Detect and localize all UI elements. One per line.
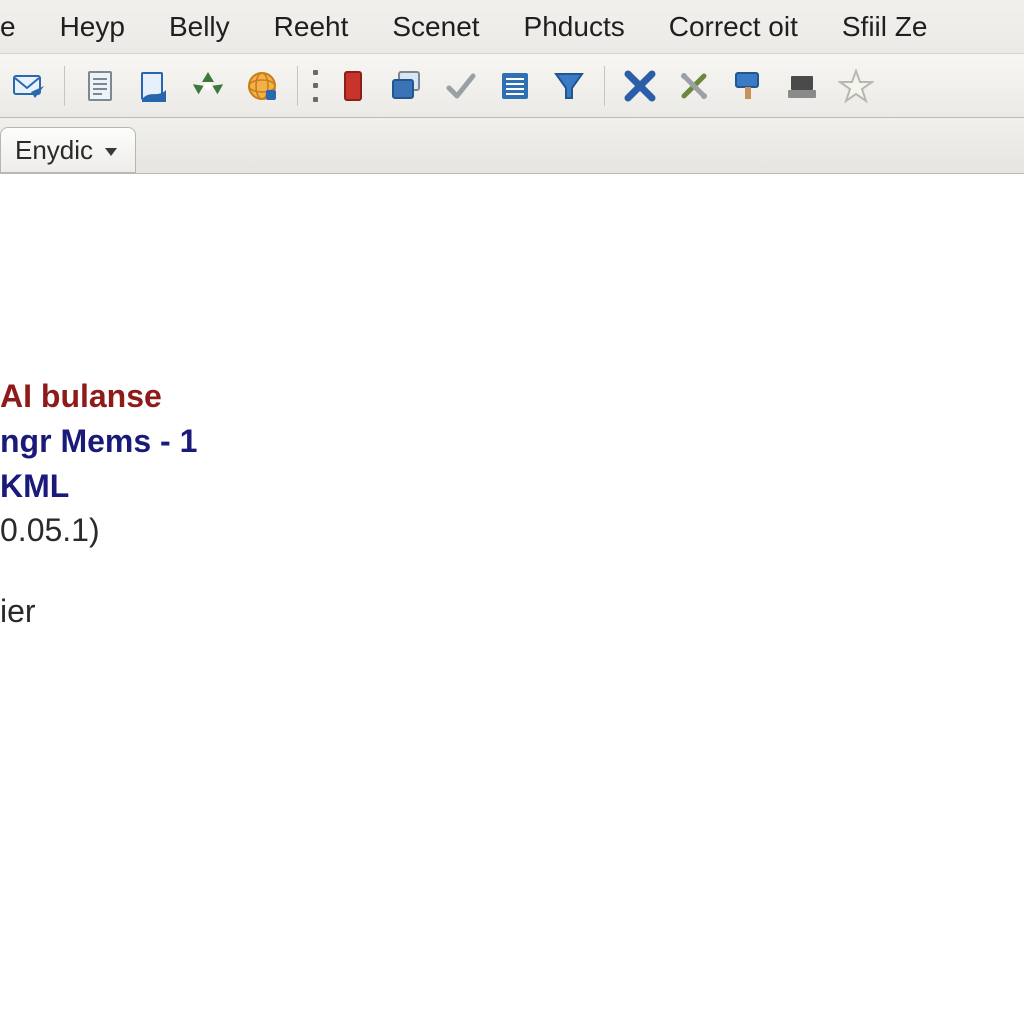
close-x-icon[interactable] — [617, 63, 663, 109]
toolbar-separator — [604, 66, 605, 106]
crossed-tools-icon[interactable] — [671, 63, 717, 109]
tab-label: Enydic — [15, 135, 93, 166]
content-heading-1: AI bulanse — [0, 374, 1024, 419]
toolbar-separator — [64, 66, 65, 106]
device-icon[interactable] — [779, 63, 825, 109]
funnel-icon[interactable] — [546, 63, 592, 109]
content-heading-3: KML — [0, 464, 1024, 509]
content-area: AI bulanse ngr Mems - 1 KML 0.05.1) ier — [0, 174, 1024, 634]
menu-item-scenet[interactable]: Scenet — [370, 5, 501, 49]
menu-item-e[interactable]: e — [0, 5, 38, 49]
content-heading-2: ngr Mems - 1 — [0, 419, 1024, 464]
menu-item-belly[interactable]: Belly — [147, 5, 252, 49]
content-text-fragment: ier — [0, 589, 1024, 634]
toolbar — [0, 54, 1024, 118]
menu-item-reeht[interactable]: Reeht — [252, 5, 371, 49]
tab-row: Enydic — [0, 118, 1024, 174]
page-export-icon[interactable] — [131, 63, 177, 109]
menubar: e Heyp Belly Reeht Scenet Phducts Correc… — [0, 0, 1024, 54]
checkmark-icon[interactable] — [438, 63, 484, 109]
grip-icon[interactable] — [310, 66, 322, 106]
paint-icon[interactable] — [725, 63, 771, 109]
list-icon[interactable] — [492, 63, 538, 109]
menu-item-correct-oit[interactable]: Correct oit — [647, 5, 820, 49]
flag-red-icon[interactable] — [330, 63, 376, 109]
tab-enydic[interactable]: Enydic — [0, 127, 136, 173]
document-icon[interactable] — [77, 63, 123, 109]
globe-icon[interactable] — [239, 63, 285, 109]
toolbar-separator — [297, 66, 298, 106]
menu-item-heyp[interactable]: Heyp — [38, 5, 147, 49]
chevron-down-icon — [105, 148, 117, 156]
mail-send-icon[interactable] — [6, 63, 52, 109]
recycle-icon[interactable] — [185, 63, 231, 109]
content-text-version: 0.05.1) — [0, 508, 1024, 553]
menu-item-phducts[interactable]: Phducts — [502, 5, 647, 49]
star-icon[interactable] — [833, 63, 879, 109]
windows-icon[interactable] — [384, 63, 430, 109]
menu-item-sfiil-ze[interactable]: Sfiil Ze — [820, 5, 950, 49]
